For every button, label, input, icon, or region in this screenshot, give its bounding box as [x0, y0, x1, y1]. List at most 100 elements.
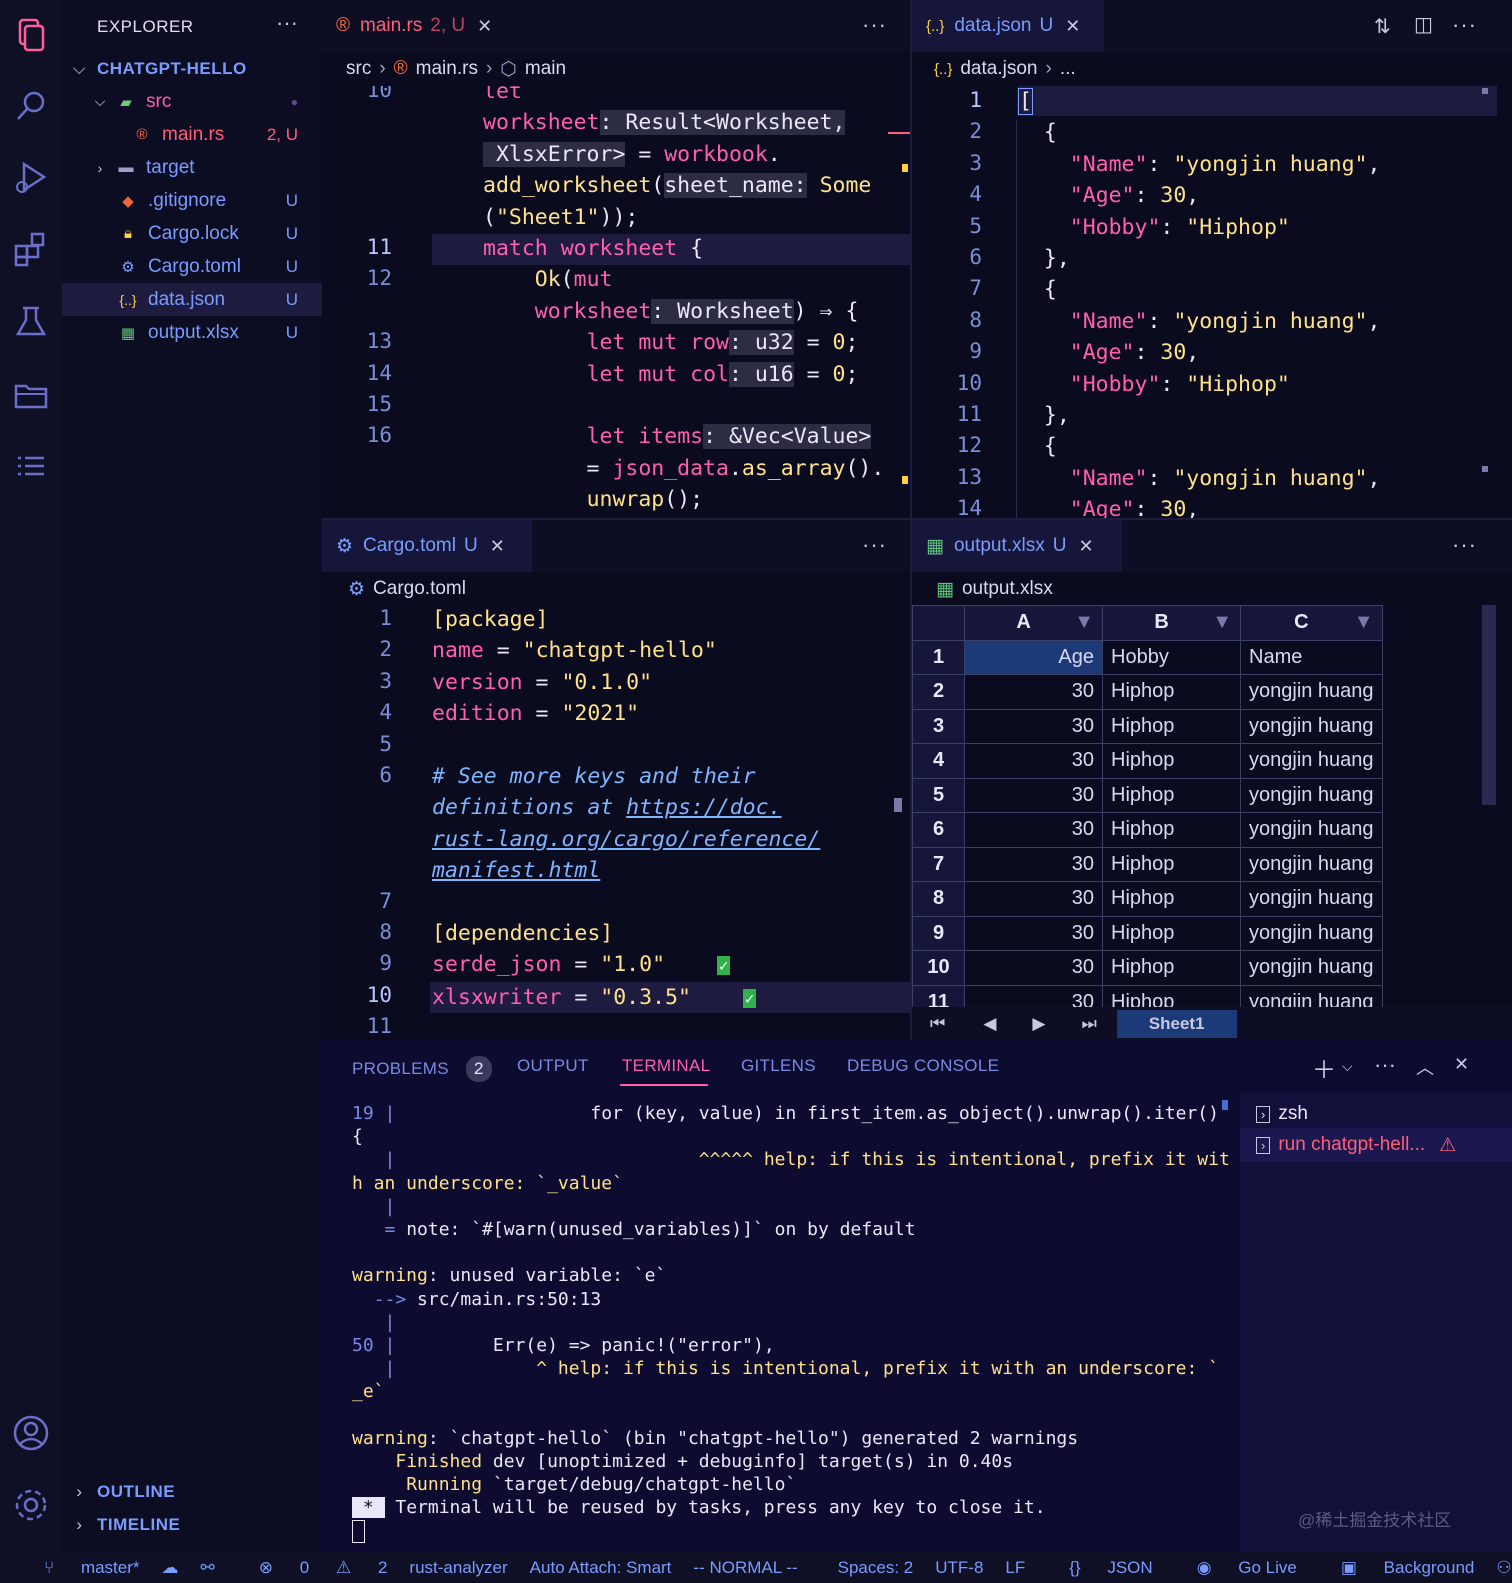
encoding-status[interactable]: UTF-8 — [935, 1558, 983, 1578]
sync-cloud-icon[interactable]: ☁ — [162, 1558, 179, 1578]
table-cell[interactable]: yongjin huang — [1240, 743, 1383, 779]
auto-attach-status[interactable]: Auto Attach: Smart — [530, 1558, 672, 1578]
chevron-down-icon[interactable]: ⌵ — [1342, 1058, 1353, 1075]
tree-item-cargo-lock[interactable]: 🔒︎ Cargo.lock U — [62, 217, 322, 250]
table-cell[interactable]: Name — [1240, 639, 1383, 675]
column-header-a[interactable]: A ▼ — [964, 605, 1103, 641]
spreadsheet-view[interactable]: A ▼ B ▼ C ▼ 1 Age Hobby Name 2 30 Hiphop yongj… — [912, 605, 1512, 1007]
extensions-icon[interactable] — [10, 228, 52, 270]
table-cell[interactable]: Age — [964, 639, 1103, 675]
table-cell[interactable]: yongjin huang — [1240, 708, 1383, 744]
row-header[interactable]: 6 — [912, 812, 965, 848]
list-icon[interactable] — [10, 446, 52, 488]
table-cell[interactable]: 30 — [964, 674, 1103, 710]
table-cell[interactable]: yongjin huang — [1240, 950, 1383, 986]
tab-gitlens[interactable]: GITLENS — [741, 1056, 816, 1076]
tab-problems[interactable]: PROBLEMS 2 — [352, 1056, 492, 1082]
tab-debug-console[interactable]: DEBUG CONSOLE — [847, 1056, 999, 1076]
search-icon[interactable] — [10, 86, 52, 128]
table-cell[interactable]: yongjin huang — [1240, 984, 1383, 1007]
table-cell[interactable]: Hiphop — [1102, 846, 1241, 882]
tree-item-gitignore[interactable]: ◆ .gitignore U — [62, 184, 322, 217]
close-panel-icon[interactable]: ✕ — [1454, 1054, 1469, 1075]
table-cell[interactable]: 30 — [964, 812, 1103, 848]
table-cell[interactable]: yongjin huang — [1240, 777, 1383, 813]
split-editor-icon[interactable]: ◫ — [1414, 12, 1433, 37]
spreadsheet-table[interactable]: A ▼ B ▼ C ▼ 1 Age Hobby Name 2 30 Hiphop yongj… — [912, 605, 1383, 1007]
tab-output-xlsx[interactable]: ▦ output.xlsx U ✕ — [912, 520, 1122, 572]
breadcrumb-file[interactable]: output.xlsx — [962, 578, 1053, 600]
table-cell[interactable]: Hiphop — [1102, 777, 1241, 813]
breadcrumb-symbol[interactable]: main — [525, 58, 566, 80]
run-debug-icon[interactable] — [10, 156, 52, 198]
table-cell[interactable]: 30 — [964, 984, 1103, 1007]
accounts-icon[interactable]: ⚇ — [1496, 1558, 1511, 1578]
column-header-c[interactable]: C ▼ — [1240, 605, 1383, 641]
tab-terminal[interactable]: TERMINAL — [622, 1056, 710, 1076]
table-cell[interactable]: 30 — [964, 743, 1103, 779]
row-header[interactable]: 11 — [912, 984, 965, 1007]
editor-more-actions[interactable]: ··· — [1452, 12, 1477, 38]
testing-icon[interactable] — [10, 300, 52, 342]
table-cell[interactable]: 30 — [964, 950, 1103, 986]
breadcrumb-file[interactable]: Cargo.toml — [373, 578, 466, 600]
account-icon[interactable] — [10, 1412, 52, 1454]
eol-status[interactable]: LF — [1005, 1558, 1025, 1578]
row-header[interactable]: 1 — [912, 639, 965, 675]
prev-sheet-icon[interactable]: ◀ — [983, 1014, 996, 1034]
data-json-editor[interactable]: 1 2 3 4 5 6 7 8 9 10 11 12 13 14 [ { "Name": "yongjin… — [912, 86, 1512, 518]
terminal-item-run[interactable]: › run chatgpt-hell... ⚠ — [1240, 1128, 1512, 1162]
tree-item-cargo-toml[interactable]: ⚙ Cargo.toml U — [62, 250, 322, 283]
table-cell[interactable]: Hiphop — [1102, 812, 1241, 848]
row-header[interactable]: 10 — [912, 950, 965, 986]
row-header[interactable]: 9 — [912, 915, 965, 951]
maximize-panel-icon[interactable]: ︿ — [1416, 1054, 1434, 1080]
indentation-status[interactable]: Spaces: 2 — [838, 1558, 914, 1578]
breadcrumb-file[interactable]: data.json — [960, 58, 1037, 80]
tree-item-src[interactable]: ⌵ ▰ src ● — [62, 85, 322, 118]
table-cell[interactable]: 30 — [964, 881, 1103, 917]
row-header[interactable]: 5 — [912, 777, 965, 813]
table-cell[interactable]: Hiphop — [1102, 915, 1241, 951]
column-header-b[interactable]: B ▼ — [1102, 605, 1241, 641]
table-cell[interactable]: 30 — [964, 777, 1103, 813]
tree-item-target[interactable]: › ▬ target — [62, 151, 322, 184]
editor-more-actions[interactable]: ··· — [1452, 532, 1477, 558]
table-cell[interactable]: yongjin huang — [1240, 674, 1383, 710]
row-header[interactable]: 3 — [912, 708, 965, 744]
tree-item-output-xlsx[interactable]: ▦ output.xlsx U — [62, 316, 322, 349]
table-cell[interactable]: 30 — [964, 846, 1103, 882]
panel-more-actions[interactable]: ··· — [1374, 1052, 1396, 1078]
git-compare-icon[interactable]: ⚯ — [201, 1558, 215, 1578]
table-cell[interactable]: Hobby — [1102, 639, 1241, 675]
close-icon[interactable]: ✕ — [490, 536, 505, 557]
explorer-more-button[interactable]: ··· — [276, 10, 298, 36]
scrollbar-thumb[interactable] — [1482, 605, 1496, 805]
settings-gear-icon[interactable] — [10, 1484, 52, 1526]
last-sheet-icon[interactable]: ⏭ — [1081, 1014, 1096, 1034]
editor-more-actions[interactable]: ··· — [862, 532, 887, 558]
close-icon[interactable]: ✕ — [1065, 16, 1080, 37]
background-status[interactable]: ▣ Background — [1319, 1558, 1475, 1578]
compare-changes-icon[interactable]: ⇅ — [1374, 14, 1391, 39]
language-status[interactable]: {} JSON — [1047, 1558, 1152, 1578]
problems-status[interactable]: ⊗ 0 ⚠ 2 — [237, 1558, 388, 1578]
folder-icon[interactable] — [10, 374, 52, 416]
go-live-status[interactable]: ◉ Go Live — [1175, 1558, 1297, 1578]
breadcrumb-src[interactable]: src — [346, 58, 371, 80]
editor-more-actions[interactable]: ··· — [862, 12, 887, 38]
tab-cargo-toml[interactable]: ⚙ Cargo.toml U ✕ — [322, 520, 532, 572]
rust-analyzer-status[interactable]: rust-analyzer — [409, 1558, 507, 1578]
table-cell[interactable]: Hiphop — [1102, 708, 1241, 744]
sheet-tab-sheet1[interactable]: Sheet1 — [1116, 1009, 1237, 1038]
table-cell[interactable]: 30 — [964, 915, 1103, 951]
explorer-icon[interactable] — [10, 14, 52, 56]
next-sheet-icon[interactable]: ▶ — [1032, 1014, 1045, 1034]
row-header[interactable]: 2 — [912, 674, 965, 710]
breadcrumb-more[interactable]: ... — [1060, 58, 1076, 80]
table-cell[interactable]: yongjin huang — [1240, 915, 1383, 951]
timeline-section-header[interactable]: › TIMELINE — [62, 1508, 322, 1541]
cargo-toml-editor[interactable]: 1 2 3 4 5 6 7 8 9 10 11 [package] name = "chatgpt-… — [322, 604, 910, 1040]
table-cell[interactable]: yongjin huang — [1240, 881, 1383, 917]
outline-section-header[interactable]: › OUTLINE — [62, 1475, 322, 1508]
